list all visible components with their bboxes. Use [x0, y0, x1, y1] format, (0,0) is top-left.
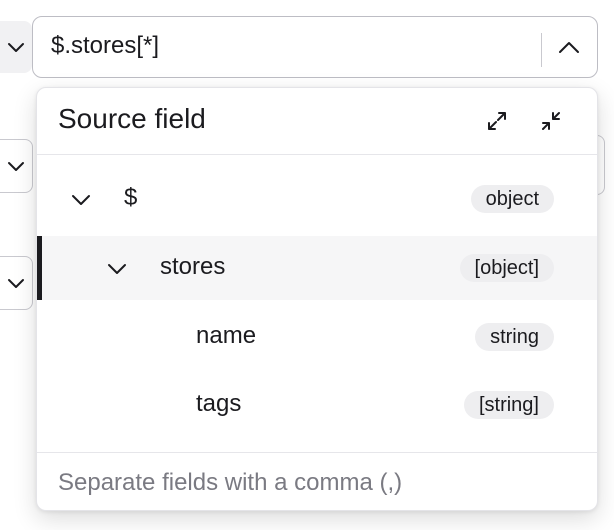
- tree-row-root[interactable]: $ object: [37, 167, 597, 231]
- collapse-row-button[interactable]: [0, 256, 33, 310]
- tree-row-label: tags: [196, 390, 242, 417]
- expand-icon: [488, 112, 506, 130]
- tree-row-label: name: [196, 322, 257, 349]
- tree-row-name[interactable]: name string: [37, 305, 597, 369]
- chevron-down-icon: [108, 264, 126, 274]
- selector-value: $.stores[*]: [51, 32, 160, 59]
- collapse-row-button[interactable]: [0, 21, 32, 73]
- collapse-icon: [542, 112, 560, 130]
- popover-title: Source field: [58, 103, 206, 134]
- chevron-down-icon: [8, 279, 24, 288]
- tree-row-label: stores: [160, 253, 226, 280]
- source-field-selector[interactable]: $.stores[*]: [32, 16, 598, 78]
- expand-all-button[interactable]: [480, 104, 514, 138]
- field-list-input[interactable]: [58, 465, 578, 501]
- collapse-all-button[interactable]: [534, 104, 568, 138]
- chevron-down-icon: [72, 195, 90, 205]
- page: $.stores[*] Source field $ object stores…: [0, 0, 614, 530]
- chevron-down-icon: [8, 162, 24, 171]
- tree-row-tags[interactable]: tags [string]: [37, 373, 597, 437]
- popover-header: Source field: [37, 88, 597, 155]
- toggle-stores-button[interactable]: [101, 252, 133, 284]
- toggle-root-button[interactable]: [65, 183, 97, 215]
- selector-toggle-button[interactable]: [545, 25, 593, 71]
- source-field-popover: Source field $ object stores [object] na…: [36, 87, 598, 511]
- type-badge: string: [475, 323, 554, 351]
- tree-row-stores[interactable]: stores [object]: [37, 236, 597, 300]
- chevron-up-icon: [559, 42, 579, 53]
- selector-divider: [541, 33, 542, 67]
- type-badge: [string]: [463, 391, 554, 419]
- chevron-down-icon: [8, 43, 24, 52]
- tree-row-label: $: [124, 184, 138, 211]
- popover-footer: [37, 452, 597, 510]
- collapse-row-button[interactable]: [0, 139, 33, 193]
- type-badge: [object]: [459, 254, 554, 282]
- type-badge: object: [470, 185, 554, 213]
